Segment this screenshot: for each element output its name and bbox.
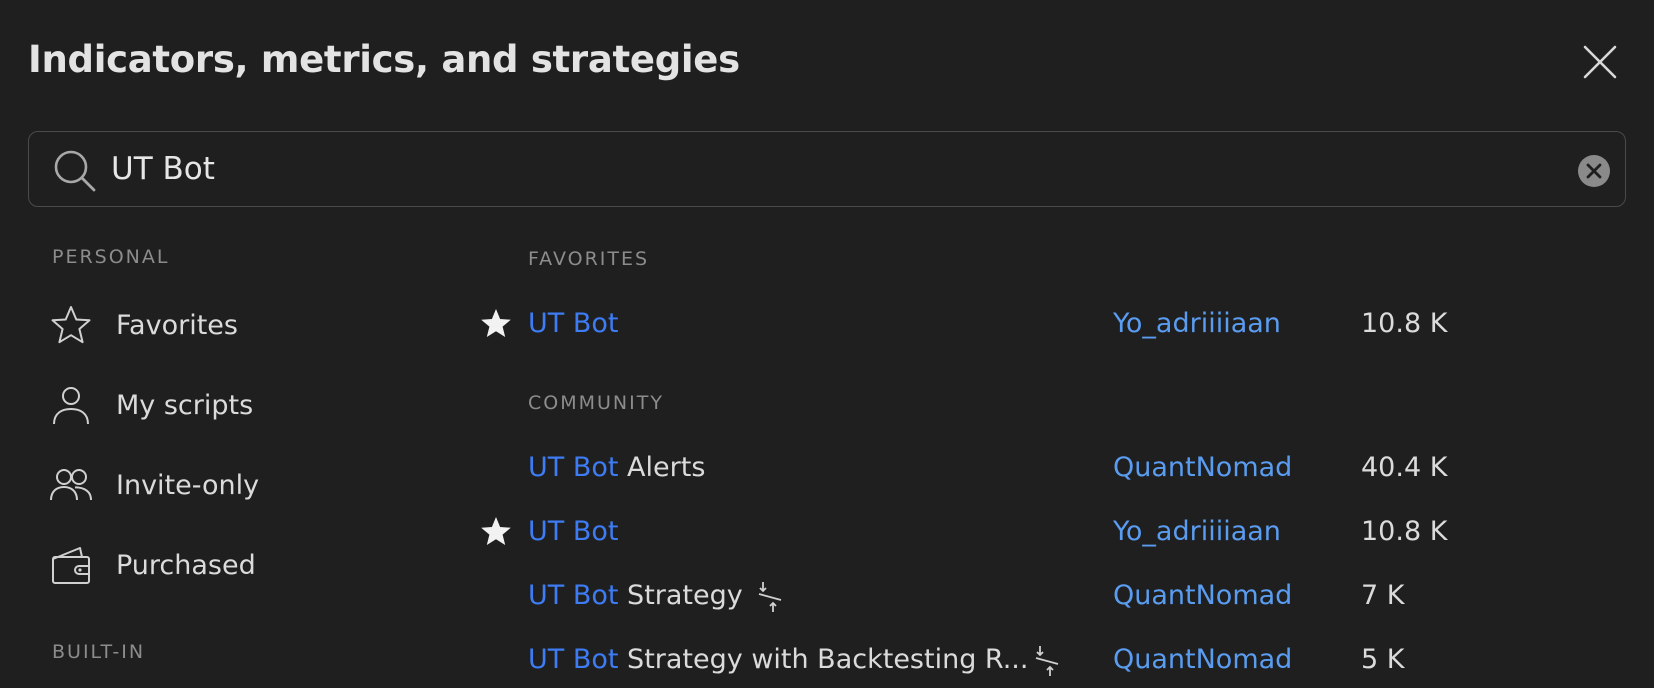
- wallet-icon: [52, 547, 90, 584]
- search-icon: [54, 150, 96, 192]
- script-name: UT Bot: [528, 308, 619, 339]
- favorites-header: FAVORITES: [528, 248, 650, 270]
- usage-count: 10.8 K: [1361, 308, 1448, 339]
- author-link[interactable]: QuantNomad: [1113, 580, 1292, 611]
- author-link[interactable]: QuantNomad: [1113, 644, 1292, 675]
- close-icon[interactable]: [1582, 44, 1618, 80]
- author-link[interactable]: Yo_adriiiiaan: [1113, 516, 1281, 547]
- star-filled-icon[interactable]: [480, 308, 512, 340]
- community-row[interactable]: UT Bot Strategy QuantNomad 7 K: [480, 568, 1630, 624]
- strategy-icon: [1035, 646, 1059, 676]
- community-row[interactable]: UT Bot Strategy with Backtesting R... Qu…: [480, 632, 1630, 688]
- sidebar-item-label: Favorites: [116, 310, 238, 341]
- usage-count: 10.8 K: [1361, 516, 1448, 547]
- favorite-row[interactable]: UT Bot Yo_adriiiiaan 10.8 K: [480, 296, 1630, 352]
- usage-count: 5 K: [1361, 644, 1405, 675]
- sidebar-item-label: My scripts: [116, 390, 254, 421]
- dialog-title: Indicators, metrics, and strategies: [28, 38, 740, 81]
- search-input[interactable]: [111, 146, 1571, 192]
- user-icon: [53, 387, 89, 425]
- script-name: UT Bot Strategy with Backtesting R...: [528, 644, 1029, 675]
- sidebar-item-favorites[interactable]: Favorites: [50, 300, 430, 352]
- sidebar-item-purchased[interactable]: Purchased: [50, 540, 430, 592]
- author-link[interactable]: QuantNomad: [1113, 452, 1292, 483]
- users-icon: [50, 469, 92, 501]
- script-name: UT Bot Alerts: [528, 452, 706, 483]
- star-outline-icon: [51, 306, 91, 344]
- usage-count: 40.4 K: [1361, 452, 1448, 483]
- star-filled-icon[interactable]: [480, 516, 512, 548]
- personal-header: PERSONAL: [52, 246, 170, 268]
- sidebar-item-label: Purchased: [116, 550, 256, 581]
- usage-count: 7 K: [1361, 580, 1405, 611]
- sidebar-item-label: Invite-only: [116, 470, 260, 501]
- community-row[interactable]: UT Bot Yo_adriiiiaan 10.8 K: [480, 504, 1630, 560]
- script-name: UT Bot Strategy: [528, 580, 743, 611]
- builtin-header: BUILT-IN: [52, 641, 146, 663]
- community-row[interactable]: UT Bot Alerts QuantNomad 40.4 K: [480, 440, 1630, 496]
- sidebar-item-invite-only[interactable]: Invite-only: [50, 460, 430, 512]
- community-header: COMMUNITY: [528, 392, 664, 414]
- sidebar-item-my-scripts[interactable]: My scripts: [50, 380, 430, 432]
- script-name: UT Bot: [528, 516, 619, 547]
- clear-search-icon[interactable]: [1577, 154, 1611, 188]
- strategy-icon: [758, 582, 782, 612]
- author-link[interactable]: Yo_adriiiiaan: [1113, 308, 1281, 339]
- search-box: [28, 131, 1626, 207]
